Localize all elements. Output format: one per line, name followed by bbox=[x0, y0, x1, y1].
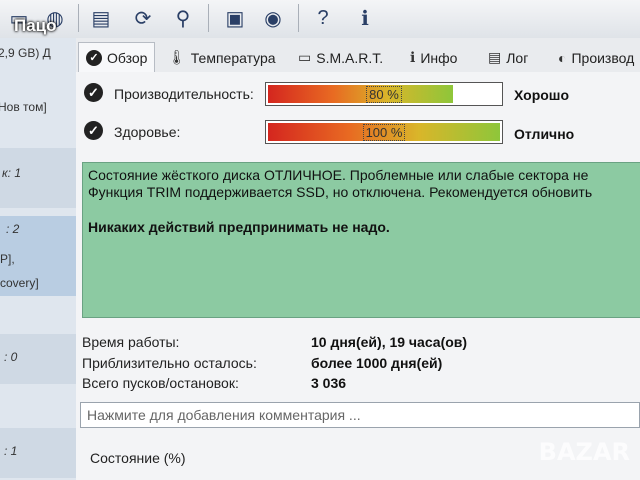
document-icon: ▤ bbox=[488, 49, 502, 65]
comment-field[interactable]: Нажмите для добавления комментария ... bbox=[80, 402, 640, 428]
sidebar-disk-2[interactable]: : 2 P], covery] bbox=[0, 216, 76, 296]
sidebar-disk-1[interactable]: к: 1 bbox=[0, 148, 76, 208]
check-icon: ✓ bbox=[84, 83, 103, 102]
sidebar-disk-partial-label: : 1 bbox=[4, 444, 18, 458]
state-chart-label: Состояние (%) bbox=[90, 450, 186, 466]
sidebar-disk-2-detail: P], bbox=[0, 252, 15, 266]
gauge-icon: ◐ bbox=[558, 49, 567, 66]
sidebar-disk-2-label: : 2 bbox=[6, 222, 20, 236]
tab-label: Производ bbox=[571, 49, 635, 66]
thermometer-icon: 🌡︎ bbox=[168, 49, 186, 65]
tab-temperature[interactable]: 🌡︎ Температура bbox=[160, 42, 284, 72]
health-percent: 100 % bbox=[362, 123, 406, 141]
drive-icon: ▭ bbox=[298, 49, 312, 65]
tab-label: Обзор bbox=[107, 49, 148, 66]
performance-percent-wrap: 80 % bbox=[266, 83, 502, 105]
uptime-value: 10 дня(ей), 19 часа(ов) bbox=[311, 334, 468, 350]
status-message-box: Состояние жёсткого диска ОТЛИЧНОЕ. Пробл… bbox=[82, 162, 640, 318]
tab-smart[interactable]: ▭ S.M.A.R.T. bbox=[290, 42, 391, 72]
sidebar-volume[interactable]: Нов том] bbox=[0, 100, 47, 114]
performance-label: Производительность: bbox=[114, 86, 254, 102]
starts-label: Всего пусков/остановок: bbox=[82, 375, 239, 391]
sidebar-disk-partial[interactable]: : 1 bbox=[0, 428, 76, 478]
help-icon[interactable]: ? bbox=[308, 3, 338, 33]
network-icon[interactable]: ⚲ bbox=[168, 3, 198, 33]
refresh-icon[interactable]: ⟳ bbox=[128, 3, 158, 33]
status-line-2: Функция TRIM поддерживается SSD, но откл… bbox=[88, 184, 593, 200]
tab-label: Инфо bbox=[420, 49, 458, 66]
sidebar-disk-1-label: к: 1 bbox=[2, 166, 22, 180]
performance-bar: 80 % bbox=[265, 82, 503, 106]
tab-label: Температура bbox=[190, 49, 276, 66]
sidebar-recovery: covery] bbox=[0, 276, 39, 290]
starts-value: 3 036 bbox=[311, 375, 347, 391]
uptime-label: Время работы: bbox=[82, 334, 180, 350]
tab-info[interactable]: ℹ Инфо bbox=[402, 42, 465, 72]
sidebar-disk-0[interactable]: : 0 bbox=[0, 334, 76, 384]
tab-performance[interactable]: ◐ Производ bbox=[550, 42, 640, 72]
site-watermark: BAZAR bbox=[538, 438, 630, 466]
toolbar-separator bbox=[78, 4, 79, 32]
document-icon[interactable]: ▤ bbox=[86, 3, 116, 33]
toolbar-separator bbox=[298, 4, 299, 32]
check-icon: ✓ bbox=[84, 121, 103, 140]
tab-label: S.M.A.R.T. bbox=[316, 49, 384, 66]
sidebar-disk-0-label: : 0 bbox=[4, 350, 18, 364]
remaining-label: Приблизительно осталось: bbox=[82, 355, 257, 371]
watermark-text: Пацо bbox=[14, 16, 57, 35]
disc-icon[interactable]: ◉ bbox=[258, 3, 288, 33]
health-percent-wrap: 100 % bbox=[266, 121, 502, 143]
tab-overview[interactable]: ✓ Обзор bbox=[78, 42, 156, 72]
monitor-icon[interactable]: ▣ bbox=[220, 3, 250, 33]
status-line-1: Состояние жёсткого диска ОТЛИЧНОЕ. Пробл… bbox=[88, 167, 589, 183]
remaining-value: более 1000 дня(ей) bbox=[311, 355, 443, 371]
status-advice: Никаких действий предпринимать не надо. bbox=[88, 219, 390, 235]
performance-rating: Хорошо bbox=[514, 87, 570, 103]
health-label: Здоровье: bbox=[114, 124, 181, 140]
performance-percent: 80 % bbox=[366, 85, 402, 103]
tab-label: Лог bbox=[506, 49, 529, 66]
toolbar-separator bbox=[208, 4, 209, 32]
health-bar: 100 % bbox=[265, 120, 503, 144]
tab-bar: ✓ Обзор 🌡︎ Температура ▭ S.M.A.R.T. ℹ Ин… bbox=[76, 38, 640, 73]
check-icon: ✓ bbox=[86, 49, 102, 66]
sidebar-drive-size[interactable]: 2,9 GB) Д bbox=[0, 46, 51, 60]
tab-log[interactable]: ▤ Лог bbox=[480, 42, 536, 72]
info-icon: ℹ bbox=[410, 49, 416, 65]
info-icon[interactable]: ℹ bbox=[350, 3, 380, 33]
toolbar: ▭ ◍ ▤ ⟳ ⚲ ▣ ◉ ? ℹ bbox=[0, 0, 640, 39]
disk-sidebar: 2,9 GB) Д Нов том] к: 1 : 2 P], covery] … bbox=[0, 38, 77, 480]
health-rating: Отлично bbox=[514, 126, 575, 142]
